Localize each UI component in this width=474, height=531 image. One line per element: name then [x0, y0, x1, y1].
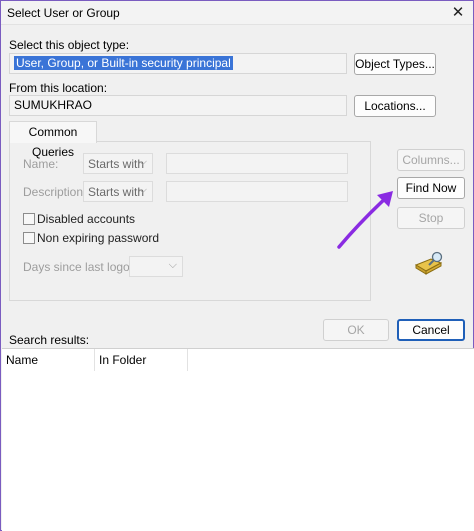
ok-button[interactable]: OK — [323, 319, 389, 341]
tab-common-queries[interactable]: Common Queries — [9, 121, 97, 159]
non-expiring-checkbox[interactable] — [23, 232, 35, 244]
locations-button[interactable]: Locations... — [354, 95, 436, 117]
stop-button[interactable]: Stop — [397, 207, 465, 229]
title-bar: Select User or Group ✕ — [1, 1, 473, 25]
window-title: Select User or Group — [7, 6, 120, 20]
object-type-field: User, Group, or Built-in security princi… — [9, 53, 347, 74]
column-divider[interactable] — [187, 349, 188, 371]
description-label: Description: — [23, 185, 87, 199]
days-since-label: Days since last logon: — [23, 260, 140, 274]
days-since-dropdown[interactable]: ⌵ — [129, 256, 183, 277]
search-results-label: Search results: — [9, 333, 90, 347]
name-mode-dropdown[interactable]: Starts with ⌵ — [83, 153, 153, 174]
chevron-down-icon: ⌵ — [138, 156, 147, 168]
disabled-accounts-label: Disabled accounts — [37, 212, 136, 226]
object-type-value: User, Group, or Built-in security princi… — [14, 56, 233, 70]
description-input[interactable] — [166, 181, 348, 202]
location-field: SUMUKHRAO — [9, 95, 347, 116]
flashlight-search-icon — [414, 251, 443, 275]
location-label: From this location: — [9, 81, 108, 95]
select-user-dialog: Select User or Group ✕ Select this objec… — [0, 0, 474, 531]
column-header-name[interactable]: Name — [2, 349, 94, 371]
non-expiring-label: Non expiring password — [37, 231, 160, 245]
column-header-in-folder[interactable]: In Folder — [95, 349, 187, 371]
description-mode-value: Starts with — [88, 185, 145, 199]
columns-button[interactable]: Columns... — [397, 149, 465, 171]
annotation-arrow-icon — [337, 191, 393, 249]
name-input[interactable] — [166, 153, 348, 174]
cancel-button[interactable]: Cancel — [397, 319, 465, 341]
search-results-list[interactable]: Name In Folder — [2, 348, 474, 531]
description-mode-dropdown[interactable]: Starts with ⌵ — [83, 181, 153, 202]
disabled-accounts-checkbox[interactable] — [23, 213, 35, 225]
name-mode-value: Starts with — [88, 157, 145, 171]
chevron-down-icon: ⌵ — [138, 184, 147, 196]
object-type-label: Select this object type: — [9, 38, 130, 52]
find-now-button[interactable]: Find Now — [397, 177, 465, 199]
object-types-button[interactable]: Object Types... — [354, 53, 436, 75]
chevron-down-icon: ⌵ — [168, 259, 177, 271]
close-button[interactable]: ✕ — [443, 1, 473, 25]
location-value: SUMUKHRAO — [14, 98, 93, 112]
